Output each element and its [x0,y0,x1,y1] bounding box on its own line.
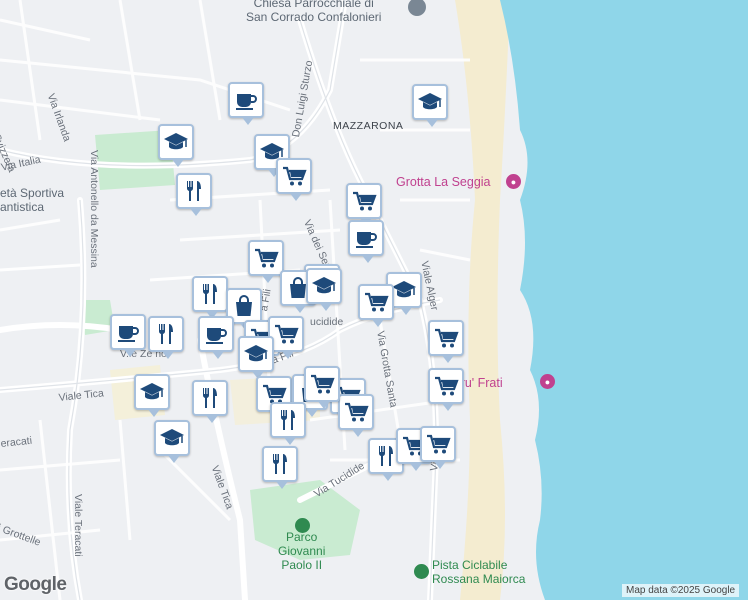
school-icon [163,129,189,155]
map-marker[interactable] [228,82,264,125]
map-attribution[interactable]: Map data ©2025 Google [622,584,740,597]
map-marker[interactable] [276,158,312,201]
cart-icon [273,321,299,347]
map-marker[interactable] [412,84,448,127]
cart-icon [253,245,279,271]
restaurant-icon [181,178,207,204]
bag-icon [231,293,257,319]
school-icon [417,89,443,115]
cart-icon [281,163,307,189]
map-marker[interactable] [304,366,340,409]
map-marker[interactable] [158,124,194,167]
cafe-icon [233,87,259,113]
cart-icon [309,371,335,397]
map-marker[interactable] [154,420,190,463]
park-icon[interactable] [295,518,310,533]
poi-grotta-seggia[interactable]: Grotta La Seggia [396,175,491,189]
map-marker[interactable] [248,240,284,283]
pin-icon[interactable] [414,564,429,579]
school-icon [391,277,417,303]
map-marker[interactable] [420,426,456,469]
school-icon [243,341,269,367]
map-marker[interactable] [134,374,170,417]
pista-label: Pista Ciclabile Rossana Maiorca [432,558,526,586]
area-mazzarona: MAZZARONA [333,120,404,132]
map-marker[interactable] [262,446,298,489]
sea [500,0,748,600]
map-marker[interactable] [428,320,464,363]
camera-icon[interactable]: ● [540,374,555,389]
street-tucidide-top: ucidide [310,316,344,328]
map-marker[interactable] [358,284,394,327]
cafe-icon [203,321,229,347]
map-marker[interactable] [346,183,382,226]
cart-icon [433,325,459,351]
camera-icon[interactable]: ● [506,174,521,189]
map-marker[interactable] [192,276,228,319]
cart-icon [433,373,459,399]
google-logo[interactable]: Google [4,574,67,596]
cafe-icon [353,225,379,251]
map-marker[interactable] [270,402,306,445]
map-marker[interactable] [198,316,234,359]
map-canvas[interactable]: Chiesa Parrocchiale di San Corrado Confa… [0,0,748,600]
sporting-label: età Sportiva antistica [0,186,65,214]
map-marker[interactable] [148,316,184,359]
restaurant-icon [275,407,301,433]
park-label: Parco Giovanni Paolo II [278,530,326,572]
school-icon [311,273,337,299]
cart-icon [363,289,389,315]
restaurant-icon [153,321,179,347]
street-antonello: Via Antonello da Messina [88,150,100,268]
map-marker[interactable] [238,336,274,379]
map-marker[interactable] [176,173,212,216]
school-icon [159,425,185,451]
street-teracati-2: Viale Teracati [72,494,84,557]
church-label: Chiesa Parrocchiale di San Corrado Confa… [246,0,382,24]
cart-icon [425,431,451,457]
map-marker[interactable] [306,268,342,311]
map-marker[interactable] [338,394,374,437]
cafe-icon [115,319,141,345]
map-marker[interactable] [192,380,228,423]
cart-icon [343,399,369,425]
restaurant-icon [267,451,293,477]
cart-icon [351,188,377,214]
restaurant-icon [197,385,223,411]
restaurant-icon [197,281,223,307]
map-marker[interactable] [348,220,384,263]
map-marker[interactable] [428,368,464,411]
school-icon [139,379,165,405]
map-marker[interactable] [110,314,146,357]
